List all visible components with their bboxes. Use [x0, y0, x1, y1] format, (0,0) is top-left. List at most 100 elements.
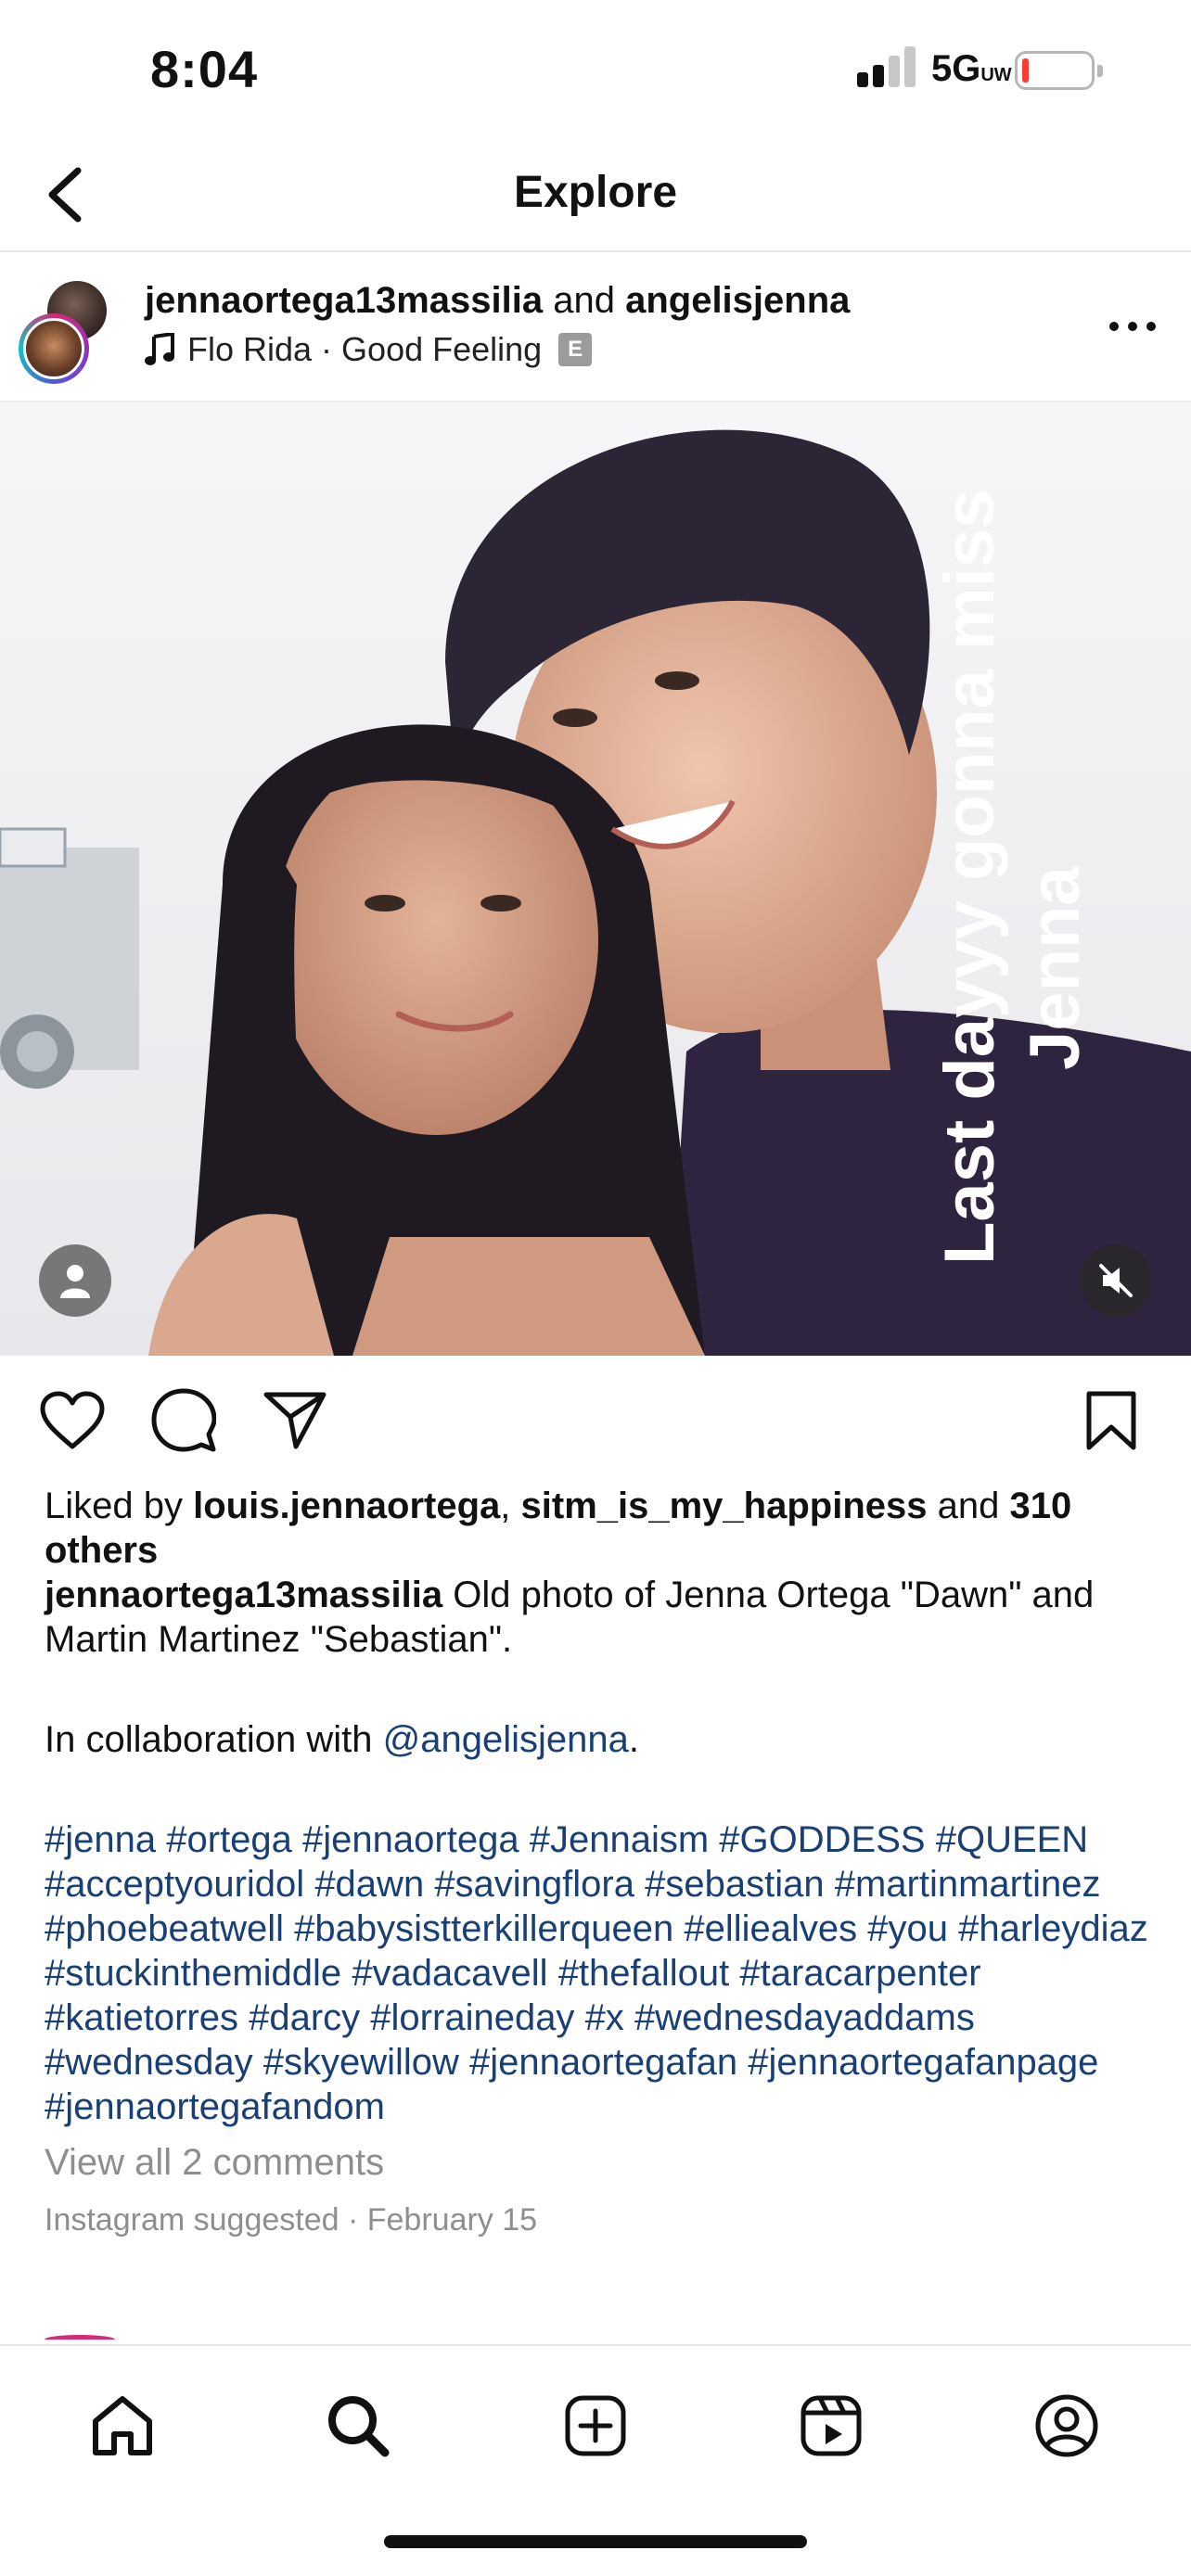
- post-header: jennaortega13massilia and angelisjenna F…: [0, 252, 1191, 402]
- meta-dot: ·: [339, 2202, 367, 2238]
- hashtag-link[interactable]: #GODDESS: [719, 1819, 925, 1860]
- hashtag-link[interactable]: #dawn: [314, 1864, 424, 1905]
- hashtag-link[interactable]: #savingflora: [434, 1864, 634, 1905]
- hashtag-link[interactable]: #you: [867, 1908, 948, 1949]
- tab-home[interactable]: [76, 2379, 169, 2472]
- comment-icon: [151, 1388, 216, 1452]
- heart-icon: [40, 1391, 105, 1449]
- hashtag-link[interactable]: #phoebeatwell: [45, 1908, 284, 1949]
- likes-prefix: Liked by: [45, 1486, 194, 1526]
- hashtag-link[interactable]: #thefallout: [558, 1953, 730, 1994]
- view-comments-link[interactable]: View all 2 comments: [45, 2140, 1158, 2185]
- mention-link[interactable]: @angelisjenna: [383, 1719, 629, 1760]
- tab-search[interactable]: [312, 2379, 404, 2472]
- speaker-muted-icon: [1099, 1264, 1133, 1297]
- likes-joiner: and: [927, 1486, 1010, 1526]
- signal-strength-icon: [857, 45, 916, 87]
- search-icon: [328, 2396, 390, 2457]
- reels-icon: [800, 2395, 862, 2456]
- hashtag-link[interactable]: #wednesdayaddams: [634, 1997, 975, 2038]
- collab-suffix: .: [628, 1719, 640, 1760]
- hashtag-link[interactable]: #lorraineday: [370, 1997, 574, 2038]
- home-icon: [93, 2396, 152, 2455]
- hashtag-link[interactable]: #stuckinthemiddle: [45, 1953, 341, 1994]
- collab-avatars[interactable]: [17, 278, 119, 384]
- post-text: Liked by louis.jennaortega, sitm_is_my_h…: [45, 1484, 1158, 2242]
- hashtag-link[interactable]: #jenna: [45, 1819, 156, 1860]
- save-button[interactable]: [1072, 1382, 1150, 1460]
- hashtag-link[interactable]: #elliealves: [684, 1908, 857, 1949]
- network-label: 5G: [931, 48, 981, 89]
- avatar-story-ring[interactable]: [19, 313, 89, 384]
- hashtag-link[interactable]: #taracarpenter: [739, 1953, 980, 1994]
- story-overlay-text: Last dayyy gonna miss Jenna: [922, 486, 1145, 1283]
- audio-track[interactable]: Flo Rida · Good Feeling: [187, 330, 542, 369]
- overlay-line-1: Last dayyy gonna miss: [930, 489, 1009, 1265]
- hashtag-link[interactable]: #QUEEN: [936, 1819, 1089, 1860]
- caption-username[interactable]: jennaortega13massilia: [45, 1575, 442, 1615]
- share-button[interactable]: [256, 1382, 334, 1460]
- home-indicator[interactable]: [384, 2535, 807, 2548]
- status-time: 8:04: [150, 40, 259, 98]
- likes-summary[interactable]: Liked by louis.jennaortega, sitm_is_my_h…: [45, 1484, 1158, 1573]
- hashtag-link[interactable]: #jennaortegafan: [469, 2042, 737, 2083]
- hashtag-link[interactable]: #Jennaism: [530, 1819, 709, 1860]
- hashtag-link[interactable]: #darcy: [249, 1997, 360, 2038]
- hashtag-link[interactable]: #skyewillow: [263, 2042, 459, 2083]
- hashtag-link[interactable]: #harleydiaz: [958, 1908, 1148, 1949]
- tab-reels[interactable]: [785, 2379, 877, 2472]
- network-type: 5GUW: [931, 48, 1012, 90]
- create-icon: [565, 2395, 626, 2456]
- status-bar: 8:04 5GUW: [0, 0, 1191, 139]
- liker-username[interactable]: sitm_is_my_happiness: [521, 1486, 928, 1526]
- hashtag-link[interactable]: #wednesday: [45, 2042, 253, 2083]
- post-authors[interactable]: jennaortega13massilia and angelisjenna: [145, 280, 850, 322]
- more-options-button[interactable]: [1100, 299, 1165, 354]
- next-post-avatar: [45, 2335, 115, 2344]
- tagged-people-button[interactable]: [39, 1244, 111, 1317]
- author-joiner: and: [543, 280, 626, 321]
- post-meta: Instagram suggested · February 15: [45, 2198, 1158, 2242]
- battery-icon: [1015, 51, 1103, 90]
- overlay-line-2: Jenna: [1016, 866, 1095, 1070]
- more-horizontal-icon: [1109, 322, 1156, 331]
- bookmark-icon: [1086, 1391, 1136, 1450]
- hashtag-link[interactable]: #vadacavell: [352, 1953, 547, 1994]
- mute-button[interactable]: [1080, 1244, 1152, 1317]
- hashtag-link[interactable]: #jennaortega: [302, 1819, 519, 1860]
- comment-button[interactable]: [145, 1382, 223, 1460]
- hashtag-link[interactable]: #martinmartinez: [835, 1864, 1101, 1905]
- person-icon: [60, 1265, 90, 1298]
- hashtag-link[interactable]: #acceptyouridol: [45, 1864, 304, 1905]
- collaborator-username[interactable]: angelisjenna: [625, 280, 850, 321]
- hashtag-link[interactable]: #sebastian: [645, 1864, 824, 1905]
- tab-create[interactable]: [549, 2379, 642, 2472]
- author-username[interactable]: jennaortega13massilia: [145, 280, 543, 321]
- hashtag-link[interactable]: #jennaortegafandom: [45, 2086, 385, 2127]
- music-note-icon: [145, 333, 174, 365]
- meta-source: Instagram suggested: [45, 2202, 339, 2238]
- caption: jennaortega13massilia Old photo of Jenna…: [45, 1573, 1158, 1662]
- hashtag-link[interactable]: #x: [585, 1997, 624, 2038]
- like-button[interactable]: [33, 1382, 111, 1460]
- profile-icon: [1035, 2394, 1098, 2457]
- hashtag-link[interactable]: #babysistterkillerqueen: [294, 1908, 673, 1949]
- collaboration-line: In collaboration with @angelisjenna.: [45, 1717, 1158, 1762]
- post-image[interactable]: Last dayyy gonna miss Jenna: [0, 402, 1191, 1356]
- post-actions: [0, 1356, 1191, 1486]
- tab-profile[interactable]: [1020, 2379, 1113, 2472]
- likes-separator: ,: [500, 1486, 521, 1526]
- liker-username[interactable]: louis.jennaortega: [193, 1486, 500, 1526]
- hashtag-link[interactable]: #katietorres: [45, 1997, 238, 2038]
- explicit-badge: E: [558, 333, 593, 366]
- nav-header: Explore: [0, 139, 1191, 252]
- send-icon: [263, 1392, 327, 1449]
- collab-prefix: In collaboration with: [45, 1719, 383, 1760]
- meta-date: February 15: [366, 2202, 538, 2238]
- hashtag-link[interactable]: #jennaortegafanpage: [748, 2042, 1098, 2083]
- hashtags: #jenna #ortega #jennaortega #Jennaism #G…: [45, 1817, 1158, 2129]
- network-superscript: UW: [980, 65, 1012, 85]
- page-title: Explore: [513, 168, 678, 217]
- audio-attribution[interactable]: Flo Rida · Good Feeling E: [145, 330, 593, 369]
- hashtag-link[interactable]: #ortega: [166, 1819, 292, 1860]
